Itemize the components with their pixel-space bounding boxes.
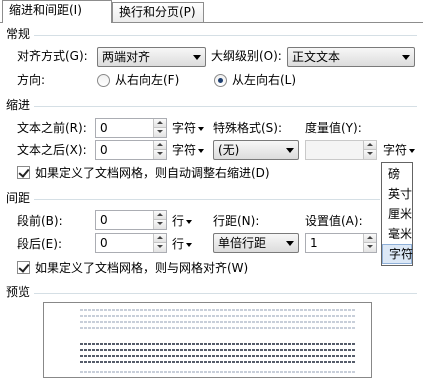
rtl-radio[interactable] bbox=[97, 74, 110, 87]
line-spacing-value: 单倍行距 bbox=[218, 236, 267, 250]
chevron-down-icon bbox=[193, 55, 201, 60]
spin-down-icon[interactable] bbox=[153, 243, 166, 252]
ltr-radio[interactable] bbox=[214, 74, 227, 87]
outline-level-label: 大纲级别(O): bbox=[211, 49, 282, 63]
section-indent-title: 缩进 bbox=[6, 98, 31, 112]
preview-line bbox=[80, 361, 356, 363]
alignment-select[interactable]: 两端对齐 bbox=[97, 47, 206, 67]
special-format-label: 特殊格式(S): bbox=[213, 121, 283, 135]
preview-line bbox=[80, 349, 356, 351]
caret-down-icon bbox=[186, 242, 193, 247]
alignment-label: 对齐方式(G): bbox=[17, 49, 88, 63]
line-spacing-label: 行距(N): bbox=[213, 214, 260, 228]
section-preview-title: 预览 bbox=[6, 285, 31, 299]
spin-up-icon[interactable] bbox=[363, 234, 376, 243]
preview-line bbox=[80, 309, 356, 311]
unit-dropdown-list: 磅 英寸 厘米 毫米 字符 bbox=[381, 162, 413, 266]
indent-after-unit[interactable]: 字符 bbox=[172, 142, 205, 158]
unit-option-char[interactable]: 字符 bbox=[382, 244, 413, 264]
setting-value-spinner[interactable]: 1 bbox=[305, 233, 377, 253]
tab-line-page-breaks-label: 换行和分页(P) bbox=[119, 5, 196, 19]
section-spacing-title: 间距 bbox=[6, 191, 31, 205]
spin-down-icon[interactable] bbox=[153, 150, 166, 159]
direction-label: 方向: bbox=[17, 73, 46, 87]
indent-after-unit-label: 字符 bbox=[172, 143, 197, 157]
spin-up-icon[interactable] bbox=[153, 211, 166, 220]
spacing-after-unit-label: 行 bbox=[172, 237, 185, 251]
spacing-after-label: 段后(E): bbox=[17, 237, 62, 251]
unit-option-inch[interactable]: 英寸 bbox=[382, 184, 412, 204]
alignment-value: 两端对齐 bbox=[102, 50, 151, 64]
measure-unit-label: 字符 bbox=[383, 143, 408, 157]
unit-option-mm[interactable]: 毫米 bbox=[382, 224, 412, 244]
spacing-before-value: 0 bbox=[100, 213, 108, 227]
spin-up-icon[interactable] bbox=[153, 141, 166, 150]
spacing-after-value: 0 bbox=[100, 236, 108, 250]
indent-grid-checkbox[interactable] bbox=[17, 166, 30, 179]
indent-before-unit-label: 字符 bbox=[172, 121, 197, 135]
spacing-grid-checkbox[interactable] bbox=[17, 261, 30, 274]
unit-option-pound[interactable]: 磅 bbox=[382, 164, 412, 184]
tab-strip: 缩进和间距(I) 换行和分页(P) bbox=[0, 0, 423, 23]
preview-line bbox=[80, 321, 356, 323]
spin-down-icon[interactable] bbox=[153, 220, 166, 229]
spin-down-icon[interactable] bbox=[363, 150, 376, 159]
tab-indent-spacing-label: 缩进和间距(I) bbox=[9, 3, 82, 17]
spacing-before-spinner[interactable]: 0 bbox=[95, 210, 167, 230]
spacing-before-label: 段前(B): bbox=[17, 214, 63, 228]
line-spacing-select[interactable]: 单倍行距 bbox=[213, 233, 299, 253]
spacing-after-spinner[interactable]: 0 bbox=[95, 233, 167, 253]
caret-down-icon bbox=[198, 126, 205, 131]
spin-down-icon[interactable] bbox=[153, 128, 166, 137]
spin-up-icon[interactable] bbox=[363, 141, 376, 150]
measure-unit[interactable]: 字符 bbox=[383, 142, 416, 158]
preview-line bbox=[80, 371, 356, 373]
caret-down-icon bbox=[409, 148, 416, 153]
section-preview-line bbox=[34, 293, 417, 294]
special-format-select[interactable]: (无) bbox=[213, 140, 299, 160]
setting-value-label: 设置值(A): bbox=[305, 214, 363, 228]
unit-option-cm[interactable]: 厘米 bbox=[382, 204, 412, 224]
preview-line bbox=[80, 327, 356, 329]
indent-after-spinner[interactable]: 0 bbox=[95, 140, 167, 160]
spacing-before-unit[interactable]: 行 bbox=[172, 213, 193, 229]
section-general-title: 常规 bbox=[6, 27, 31, 41]
measure-spinner[interactable] bbox=[305, 140, 377, 160]
chevron-down-icon bbox=[402, 55, 410, 60]
indent-after-label: 文本之后(X): bbox=[17, 143, 87, 157]
indent-before-label: 文本之前(R): bbox=[17, 121, 87, 135]
section-general-line bbox=[34, 35, 417, 36]
rtl-label[interactable]: 从右向左(F) bbox=[115, 72, 179, 88]
spin-up-icon[interactable] bbox=[153, 234, 166, 243]
indent-after-value: 0 bbox=[100, 143, 108, 157]
ltr-label[interactable]: 从左向右(L) bbox=[232, 72, 296, 88]
tab-indent-spacing[interactable]: 缩进和间距(I) bbox=[2, 0, 112, 23]
caret-down-icon bbox=[186, 219, 193, 224]
outline-level-value: 正文文本 bbox=[292, 50, 341, 64]
paragraph-preview bbox=[43, 302, 372, 378]
spacing-grid-checkbox-label[interactable]: 如果定义了文档网格，则与网格对齐(W) bbox=[35, 260, 248, 276]
outline-level-select[interactable]: 正文文本 bbox=[287, 47, 415, 67]
indent-before-value: 0 bbox=[100, 121, 108, 135]
spacing-after-unit[interactable]: 行 bbox=[172, 236, 193, 252]
section-indent-line bbox=[34, 106, 417, 107]
chevron-down-icon bbox=[286, 241, 294, 246]
caret-down-icon bbox=[198, 148, 205, 153]
setting-value-value: 1 bbox=[310, 236, 318, 250]
indent-before-unit[interactable]: 字符 bbox=[172, 120, 205, 136]
measure-label: 度量值(Y): bbox=[305, 121, 362, 135]
indent-grid-checkbox-label[interactable]: 如果定义了文档网格，则自动调整右缩进(D) bbox=[35, 165, 270, 181]
chevron-down-icon bbox=[286, 148, 294, 153]
tab-line-page-breaks[interactable]: 换行和分页(P) bbox=[112, 2, 204, 22]
special-format-value: (无) bbox=[218, 143, 240, 157]
spacing-before-unit-label: 行 bbox=[172, 214, 185, 228]
preview-line bbox=[80, 315, 356, 317]
section-spacing-line bbox=[34, 199, 380, 200]
preview-line bbox=[80, 343, 356, 345]
preview-line bbox=[80, 355, 356, 357]
spin-down-icon[interactable] bbox=[363, 243, 376, 252]
spin-up-icon[interactable] bbox=[153, 119, 166, 128]
indent-before-spinner[interactable]: 0 bbox=[95, 118, 167, 138]
